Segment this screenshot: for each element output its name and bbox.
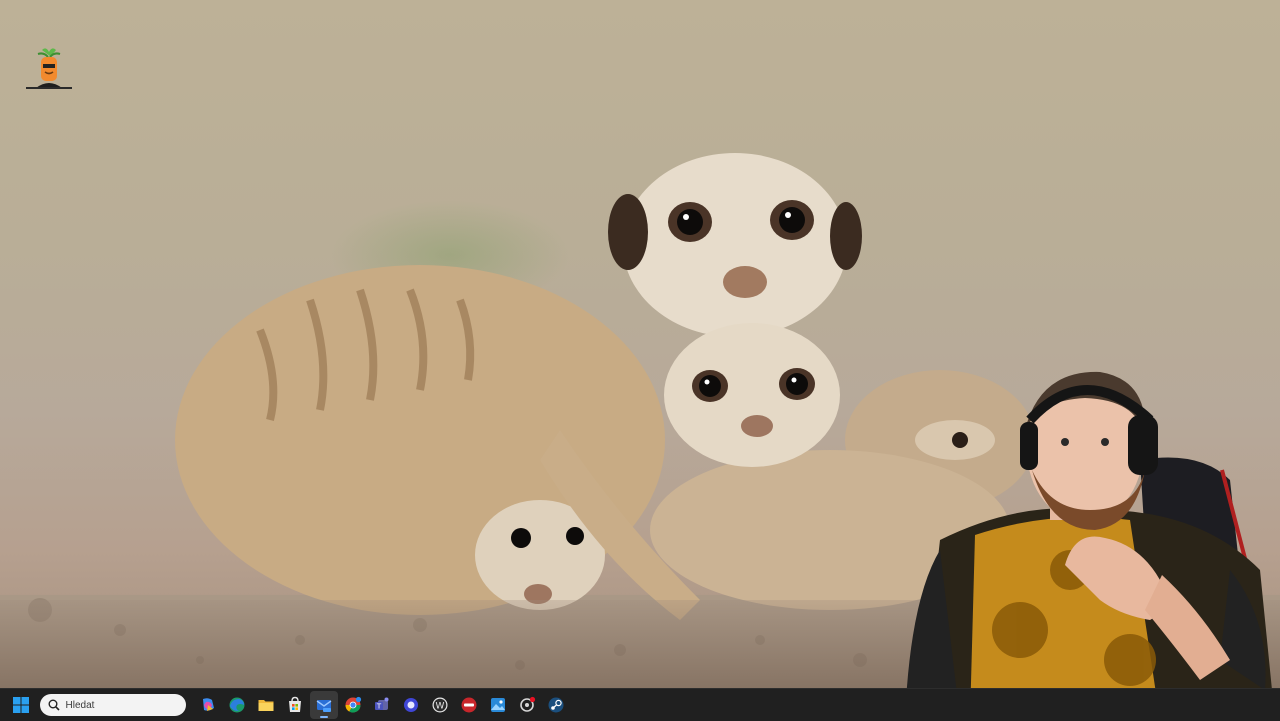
taskbar: Hledat T W <box>0 688 1280 721</box>
copilot-button[interactable] <box>194 691 222 719</box>
carrot-character-icon-graphic <box>26 48 72 89</box>
photos-button[interactable] <box>484 691 512 719</box>
assistant-button[interactable] <box>397 691 425 719</box>
edge-icon <box>229 697 245 713</box>
photos-icon <box>491 698 505 712</box>
svg-text:W: W <box>436 702 445 712</box>
carrot-character-icon[interactable] <box>24 44 74 94</box>
file-explorer-icon <box>258 700 274 711</box>
microsoft-store-icon <box>289 696 301 712</box>
chrome-button[interactable] <box>339 691 367 719</box>
search-box[interactable]: Hledat <box>39 694 186 716</box>
svg-text:T: T <box>376 703 382 711</box>
windows-icon <box>13 697 29 713</box>
recorder-icon <box>461 697 477 713</box>
mail-button[interactable] <box>310 691 338 719</box>
steam-icon <box>548 697 564 713</box>
settings-icon <box>520 696 536 712</box>
webcam-overlay <box>906 371 1272 688</box>
settings-button[interactable] <box>513 691 541 719</box>
mail-icon <box>316 700 332 712</box>
edge-button[interactable] <box>223 691 251 719</box>
start-button[interactable] <box>7 691 35 719</box>
desktop[interactable] <box>0 0 1280 688</box>
recorder-button[interactable] <box>455 691 483 719</box>
steam-button[interactable] <box>542 691 570 719</box>
copilot-icon <box>203 698 214 711</box>
microsoft-store-button[interactable] <box>281 691 309 719</box>
search-icon <box>48 699 60 711</box>
chrome-icon <box>345 696 362 713</box>
search-placeholder: Hledat <box>65 699 95 711</box>
wordpad-icon: W <box>432 697 448 713</box>
file-explorer-button[interactable] <box>252 691 280 719</box>
assistant-icon <box>404 698 418 712</box>
teams-button[interactable]: T <box>368 691 396 719</box>
wordpad-button[interactable]: W <box>426 691 454 719</box>
teams-icon: T <box>375 697 389 711</box>
